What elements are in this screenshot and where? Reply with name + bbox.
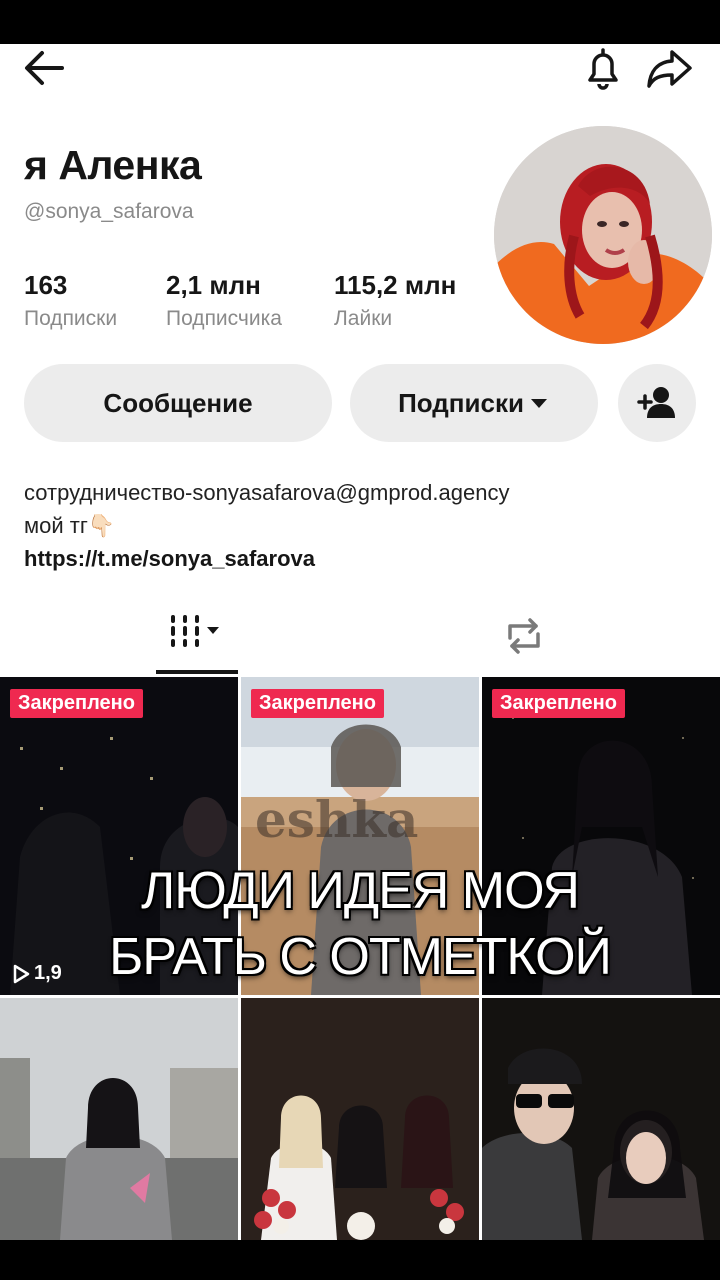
back-button[interactable] [22,48,70,88]
video-tile[interactable] [241,998,479,1240]
add-friend-icon [637,387,675,418]
repost-icon [508,618,540,654]
following-count: 163 [24,270,68,300]
notifications-button[interactable] [580,46,626,90]
caret-down-icon [530,399,547,408]
overlay-caption-line-1: ЛЮДИ ИДЕЯ МОЯ [141,862,580,920]
bio-link[interactable]: https://t.me/sonya_safarova [24,542,509,575]
grid-icon [171,615,219,647]
svg-text:eshka: eshka [255,790,418,849]
likes-count: 115,2 млн [334,270,457,300]
pinned-badge: Закреплено [251,689,384,718]
subscriptions-button[interactable]: Подписки [350,364,598,442]
avatar[interactable] [494,126,712,344]
bio: сотрудничество-sonyasafarova@gmprod.agen… [24,476,509,575]
avatar-image [494,126,712,344]
likes-label: Лайки [334,307,393,330]
pinned-badge: Закреплено [492,689,625,718]
video-tile[interactable] [482,998,720,1240]
bio-line-1: сотрудничество-sonyasafarova@gmprod.agen… [24,480,510,505]
tab-reposts[interactable] [498,614,550,658]
profile-name: я Аленка [24,142,202,188]
message-button[interactable]: Сообщение [24,364,332,442]
tab-videos[interactable] [158,606,236,656]
profile-handle: @sonya_safarova [24,200,194,223]
video-thumbnail [482,998,720,1240]
stat-likes[interactable]: 115,2 млн Лайки [334,270,456,331]
add-friend-button[interactable] [618,364,696,442]
back-arrow-icon [25,51,64,85]
bottom-letterbox [0,1240,720,1280]
overlay-caption-line-2: БРАТЬ С ОТМЕТКОЙ [109,928,612,986]
video-tile[interactable] [0,998,238,1240]
video-thumbnail [241,998,479,1240]
following-label: Подписки [24,307,118,330]
subscriptions-label: Подписки [398,387,524,418]
share-icon [647,50,692,88]
active-tab-indicator [156,670,238,674]
bell-icon [588,48,618,90]
share-button[interactable] [644,46,696,90]
followers-label: Подписчика [166,307,282,330]
bio-line-2: мой тг👇🏻 [24,513,116,538]
stat-followers[interactable]: 2,1 млн Подписчика [166,270,282,331]
overlay-caption: ЛЮДИ ИДЕЯ МОЯ БРАТЬ С ОТМЕТКОЙ [0,858,720,990]
video-thumbnail [0,998,238,1240]
stat-following[interactable]: 163 Подписки [24,270,117,331]
top-letterbox [0,0,720,44]
pinned-badge: Закреплено [10,689,143,718]
followers-count: 2,1 млн [166,270,261,300]
profile-screen: я Аленка @sonya_safarova 163 Подписки 2,… [0,44,720,1240]
navbar [0,44,720,92]
